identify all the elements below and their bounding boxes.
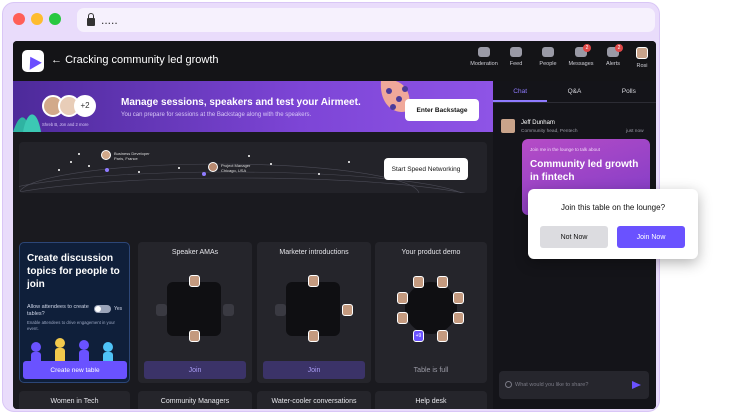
dialog-question: Join this table on the lounge?: [560, 203, 666, 212]
attendee-avatar: [208, 162, 218, 172]
table-card[interactable]: Women in Tech: [19, 391, 130, 409]
main-area: +2 Shreb B, Jon and 2 more Manage sessio…: [13, 81, 493, 409]
alerts-badge: 2: [615, 44, 623, 52]
join-table-button[interactable]: Join: [263, 361, 365, 379]
moderation-icon: [478, 47, 490, 57]
enter-backstage-button[interactable]: Enter Backstage: [405, 99, 479, 121]
participant-avatar: [437, 330, 448, 342]
table-card[interactable]: Speaker AMAs Join: [138, 242, 252, 383]
nav-people[interactable]: People: [531, 47, 565, 67]
participant-avatar: [342, 304, 353, 316]
table-title: Speaker AMAs: [171, 249, 219, 256]
chat-tabs: Chat Q&A Polls: [493, 81, 656, 103]
people-icon: [542, 47, 554, 57]
participant-avatar: [413, 276, 424, 288]
allow-attendees-label: Allow attendees to create tables?: [27, 304, 89, 317]
chat-input[interactable]: What would you like to share?: [499, 371, 649, 399]
start-speed-networking-button[interactable]: Start Speed Networking: [384, 158, 468, 180]
table-surface: [405, 282, 457, 334]
attendee-avatar: [101, 150, 111, 160]
minimize-dot[interactable]: [31, 13, 43, 25]
url-text: .....: [101, 13, 118, 27]
allow-attendees-toggle[interactable]: [94, 305, 111, 313]
address-bar[interactable]: .....: [77, 8, 655, 32]
profile-avatar: [636, 47, 648, 59]
attendee-pin: Business Developer Paris, France: [114, 151, 150, 161]
close-dot[interactable]: [13, 13, 25, 25]
backstage-banner: +2 Shreb B, Jon and 2 more Manage sessio…: [13, 81, 493, 132]
tab-qna[interactable]: Q&A: [547, 81, 601, 102]
attendee-pin: Project Manager Chicago, USA: [221, 163, 251, 173]
table-title: Community Managers: [160, 398, 230, 405]
sender-name: Jeff Dunham: [521, 120, 555, 126]
join-table-dialog: Join this table on the lounge? Not Now J…: [528, 189, 698, 259]
empty-seat[interactable]: [223, 304, 234, 316]
more-speakers-count: +2: [74, 95, 96, 117]
participant-avatar: [397, 312, 408, 324]
table-card[interactable]: Help desk: [375, 391, 487, 409]
join-table-button[interactable]: Join: [144, 361, 246, 379]
feed-icon: [510, 47, 522, 57]
participant-avatar: [308, 275, 319, 287]
table-full-label: Table is full: [413, 366, 449, 374]
table-card[interactable]: Water-cooler conversations: [257, 391, 371, 409]
more-participants-count: +9: [413, 330, 424, 342]
message-time: just now: [626, 129, 644, 134]
maximize-dot[interactable]: [49, 13, 61, 25]
page-title: ← Cracking community led growth: [51, 54, 219, 66]
create-table-title: Create discussion topics for people to j…: [27, 253, 120, 290]
join-now-button[interactable]: Join Now: [617, 226, 685, 248]
table-card[interactable]: Marketer introductions Join: [257, 242, 371, 383]
sender-role: Community head, Pentech: [521, 129, 578, 134]
participant-avatar: [189, 275, 200, 287]
nav-messages[interactable]: 2 Messages: [564, 44, 598, 67]
participant-avatar: [189, 330, 200, 342]
tab-polls[interactable]: Polls: [602, 81, 656, 102]
table-title: Water-cooler conversations: [271, 398, 357, 405]
bell-icon: 2: [607, 44, 623, 57]
speakers-note: Shreb B, Jon and 2 more: [42, 122, 89, 127]
table-card[interactable]: Community Managers: [138, 391, 252, 409]
send-icon[interactable]: [632, 381, 641, 389]
emoji-icon[interactable]: [505, 381, 512, 388]
create-new-table-button[interactable]: Create new table: [23, 361, 127, 379]
messages-badge: 2: [583, 44, 591, 52]
table-card[interactable]: Your product demo +9 Table is full: [375, 242, 487, 383]
table-title: Marketer introductions: [279, 249, 349, 256]
table-title: Your product demo: [401, 249, 461, 256]
create-table-card: Create discussion topics for people to j…: [19, 242, 130, 383]
participant-avatar: [397, 292, 408, 304]
nav-feed[interactable]: Feed: [499, 47, 533, 67]
messages-icon: 2: [575, 44, 591, 57]
top-bar: ← Cracking community led growth Moderati…: [13, 41, 656, 81]
speed-networking-panel: Business Developer Paris, France Project …: [19, 142, 487, 193]
nav-moderation[interactable]: Moderation: [467, 47, 501, 67]
lounge-topic-title: Community led growth in fintech: [530, 159, 639, 183]
empty-seat[interactable]: [156, 304, 167, 316]
tab-chat[interactable]: Chat: [493, 81, 548, 102]
back-arrow-icon[interactable]: ←: [51, 54, 62, 66]
toggle-state-label: Yes: [114, 306, 123, 312]
sender-avatar: [501, 119, 515, 133]
airmeet-logo: [22, 50, 44, 72]
banner-title: Manage sessions, speakers and test your …: [121, 97, 361, 108]
table-title: Help desk: [415, 398, 447, 405]
table-title: Women in Tech: [50, 398, 99, 405]
banner-subtitle: You can prepare for sessions at the Back…: [121, 112, 312, 118]
not-now-button[interactable]: Not Now: [540, 226, 608, 248]
nav-profile[interactable]: Rosi: [625, 47, 656, 69]
lock-icon: [87, 13, 95, 26]
empty-seat[interactable]: [275, 304, 286, 316]
lounge-invite-text: Join me in the lounge to talk about: [530, 147, 600, 152]
table-surface: [167, 282, 221, 336]
participant-avatar: [453, 312, 464, 324]
participant-avatar: [437, 276, 448, 288]
window-controls: [13, 13, 61, 25]
participant-avatar: [453, 292, 464, 304]
participant-avatar: [308, 330, 319, 342]
table-surface: [286, 282, 340, 336]
chat-placeholder: What would you like to share?: [515, 382, 589, 388]
